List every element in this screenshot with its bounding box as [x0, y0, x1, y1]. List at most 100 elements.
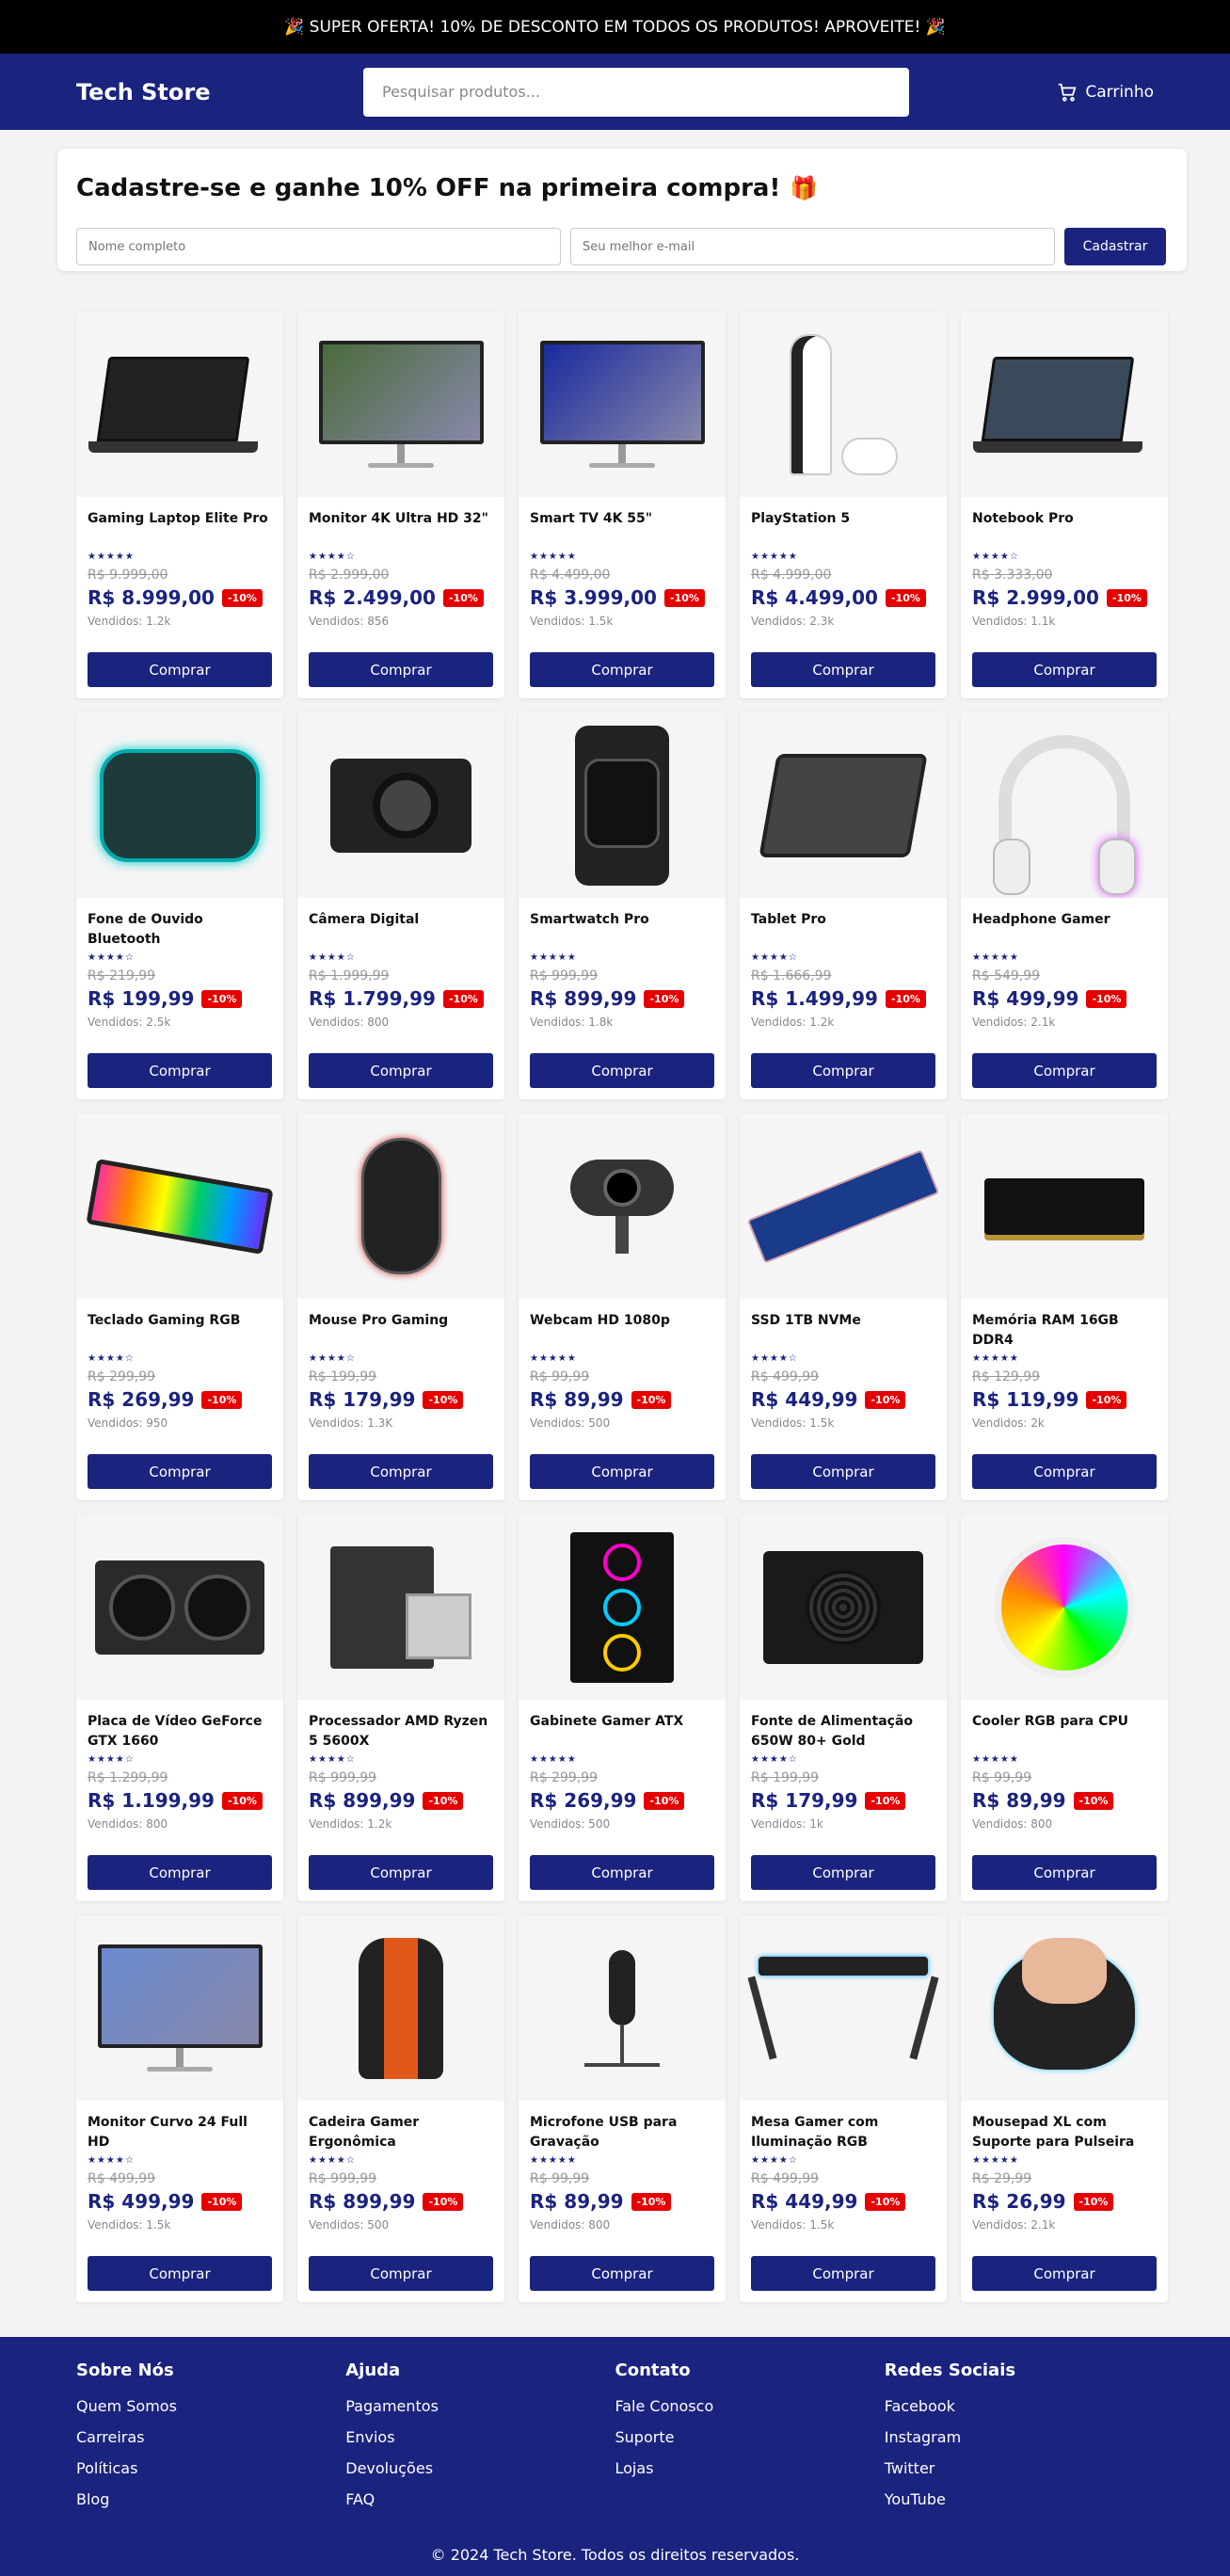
signup-button[interactable]: Cadastrar	[1064, 228, 1166, 265]
search-input[interactable]	[363, 67, 909, 117]
product-image[interactable]	[297, 1113, 504, 1299]
product-name[interactable]: Gaming Laptop Elite Pro	[88, 509, 272, 549]
footer-link[interactable]: Carreiras	[76, 2422, 345, 2453]
product-name[interactable]: Mesa Gamer com Iluminação RGB	[751, 2113, 935, 2152]
product-card[interactable]: Processador AMD Ryzen 5 5600X ★★★★☆ R$ 9…	[297, 1514, 504, 1901]
product-image[interactable]	[519, 712, 726, 898]
buy-button[interactable]: Comprar	[530, 652, 714, 687]
product-name[interactable]: Mouse Pro Gaming	[309, 1311, 493, 1351]
footer-link[interactable]: Lojas	[615, 2453, 885, 2484]
product-name[interactable]: Webcam HD 1080p	[530, 1311, 714, 1351]
product-name[interactable]: Gabinete Gamer ATX	[530, 1712, 714, 1752]
product-image[interactable]	[76, 312, 283, 497]
product-name[interactable]: Smart TV 4K 55"	[530, 509, 714, 549]
footer-link[interactable]: Pagamentos	[345, 2391, 615, 2422]
buy-button[interactable]: Comprar	[88, 652, 272, 687]
product-image[interactable]	[961, 1113, 1168, 1299]
product-card[interactable]: Smart TV 4K 55" ★★★★★ R$ 4.499,00 R$ 3.9…	[519, 312, 726, 698]
cart-button[interactable]: Carrinho	[1057, 82, 1154, 103]
product-name[interactable]: Microfone USB para Gravação	[530, 2113, 714, 2152]
product-image[interactable]	[519, 312, 726, 497]
product-card[interactable]: Webcam HD 1080p ★★★★★ R$ 99,99 R$ 89,99 …	[519, 1113, 726, 1500]
product-card[interactable]: Placa de Vídeo GeForce GTX 1660 ★★★★☆ R$…	[76, 1514, 283, 1901]
product-image[interactable]	[961, 1514, 1168, 1700]
buy-button[interactable]: Comprar	[530, 1855, 714, 1890]
buy-button[interactable]: Comprar	[751, 2256, 935, 2291]
footer-link[interactable]: Fale Conosco	[615, 2391, 885, 2422]
product-name[interactable]: SSD 1TB NVMe	[751, 1311, 935, 1351]
product-name[interactable]: PlayStation 5	[751, 509, 935, 549]
product-card[interactable]: Fone de Ouvido Bluetooth ★★★★☆ R$ 219,99…	[76, 712, 283, 1099]
footer-link[interactable]: Quem Somos	[76, 2391, 345, 2422]
product-name[interactable]: Câmera Digital	[309, 910, 493, 950]
buy-button[interactable]: Comprar	[309, 1053, 493, 1088]
product-name[interactable]: Monitor 4K Ultra HD 32"	[309, 509, 493, 549]
product-image[interactable]	[740, 1915, 947, 2101]
buy-button[interactable]: Comprar	[88, 1454, 272, 1489]
buy-button[interactable]: Comprar	[309, 652, 493, 687]
product-card[interactable]: Monitor Curvo 24 Full HD ★★★★☆ R$ 499,99…	[76, 1915, 283, 2302]
footer-link[interactable]: Twitter	[885, 2453, 1154, 2484]
buy-button[interactable]: Comprar	[530, 1053, 714, 1088]
product-name[interactable]: Smartwatch Pro	[530, 910, 714, 950]
product-name[interactable]: Teclado Gaming RGB	[88, 1311, 272, 1351]
product-image[interactable]	[961, 1915, 1168, 2101]
product-card[interactable]: PlayStation 5 ★★★★★ R$ 4.999,00 R$ 4.499…	[740, 312, 947, 698]
buy-button[interactable]: Comprar	[972, 1454, 1157, 1489]
product-image[interactable]	[297, 712, 504, 898]
product-name[interactable]: Cadeira Gamer Ergonômica	[309, 2113, 493, 2152]
product-image[interactable]	[76, 1113, 283, 1299]
product-card[interactable]: Cadeira Gamer Ergonômica ★★★★☆ R$ 999,99…	[297, 1915, 504, 2302]
product-image[interactable]	[297, 1514, 504, 1700]
product-image[interactable]	[740, 712, 947, 898]
buy-button[interactable]: Comprar	[88, 2256, 272, 2291]
product-image[interactable]	[519, 1514, 726, 1700]
buy-button[interactable]: Comprar	[88, 1855, 272, 1890]
product-name[interactable]: Tablet Pro	[751, 910, 935, 950]
buy-button[interactable]: Comprar	[972, 652, 1157, 687]
product-name[interactable]: Fonte de Alimentação 650W 80+ Gold	[751, 1712, 935, 1752]
footer-link[interactable]: Facebook	[885, 2391, 1154, 2422]
product-image[interactable]	[740, 312, 947, 497]
product-card[interactable]: SSD 1TB NVMe ★★★★☆ R$ 499,99 R$ 449,99 -…	[740, 1113, 947, 1500]
product-name[interactable]: Processador AMD Ryzen 5 5600X	[309, 1712, 493, 1752]
footer-link[interactable]: Instagram	[885, 2422, 1154, 2453]
buy-button[interactable]: Comprar	[751, 1855, 935, 1890]
store-logo[interactable]: Tech Store	[76, 79, 363, 105]
product-card[interactable]: Headphone Gamer ★★★★★ R$ 549,99 R$ 499,9…	[961, 712, 1168, 1099]
product-card[interactable]: Mouse Pro Gaming ★★★★☆ R$ 199,99 R$ 179,…	[297, 1113, 504, 1500]
product-name[interactable]: Monitor Curvo 24 Full HD	[88, 2113, 272, 2152]
product-card[interactable]: Monitor 4K Ultra HD 32" ★★★★☆ R$ 2.999,0…	[297, 312, 504, 698]
product-image[interactable]	[76, 712, 283, 898]
product-name[interactable]: Memória RAM 16GB DDR4	[972, 1311, 1157, 1351]
buy-button[interactable]: Comprar	[530, 1454, 714, 1489]
buy-button[interactable]: Comprar	[751, 1053, 935, 1088]
product-card[interactable]: Câmera Digital ★★★★☆ R$ 1.999,99 R$ 1.79…	[297, 712, 504, 1099]
product-name[interactable]: Cooler RGB para CPU	[972, 1712, 1157, 1752]
name-field[interactable]	[76, 228, 561, 265]
product-image[interactable]	[519, 1915, 726, 2101]
buy-button[interactable]: Comprar	[309, 1855, 493, 1890]
product-card[interactable]: Fonte de Alimentação 650W 80+ Gold ★★★★☆…	[740, 1514, 947, 1901]
product-image[interactable]	[961, 712, 1168, 898]
product-name[interactable]: Fone de Ouvido Bluetooth	[88, 910, 272, 950]
footer-link[interactable]: Suporte	[615, 2422, 885, 2453]
product-name[interactable]: Placa de Vídeo GeForce GTX 1660	[88, 1712, 272, 1752]
buy-button[interactable]: Comprar	[88, 1053, 272, 1088]
product-card[interactable]: Gabinete Gamer ATX ★★★★★ R$ 299,99 R$ 26…	[519, 1514, 726, 1901]
buy-button[interactable]: Comprar	[309, 2256, 493, 2291]
product-card[interactable]: Teclado Gaming RGB ★★★★☆ R$ 299,99 R$ 26…	[76, 1113, 283, 1500]
product-image[interactable]	[297, 312, 504, 497]
buy-button[interactable]: Comprar	[530, 2256, 714, 2291]
footer-link[interactable]: Devoluções	[345, 2453, 615, 2484]
footer-link[interactable]: Envios	[345, 2422, 615, 2453]
product-card[interactable]: Smartwatch Pro ★★★★★ R$ 999,99 R$ 899,99…	[519, 712, 726, 1099]
product-card[interactable]: Cooler RGB para CPU ★★★★★ R$ 99,99 R$ 89…	[961, 1514, 1168, 1901]
buy-button[interactable]: Comprar	[309, 1454, 493, 1489]
email-field[interactable]	[570, 228, 1055, 265]
product-card[interactable]: Microfone USB para Gravação ★★★★★ R$ 99,…	[519, 1915, 726, 2302]
buy-button[interactable]: Comprar	[972, 1855, 1157, 1890]
product-card[interactable]: Gaming Laptop Elite Pro ★★★★★ R$ 9.999,0…	[76, 312, 283, 698]
product-card[interactable]: Notebook Pro ★★★★☆ R$ 3.333,00 R$ 2.999,…	[961, 312, 1168, 698]
product-image[interactable]	[76, 1514, 283, 1700]
